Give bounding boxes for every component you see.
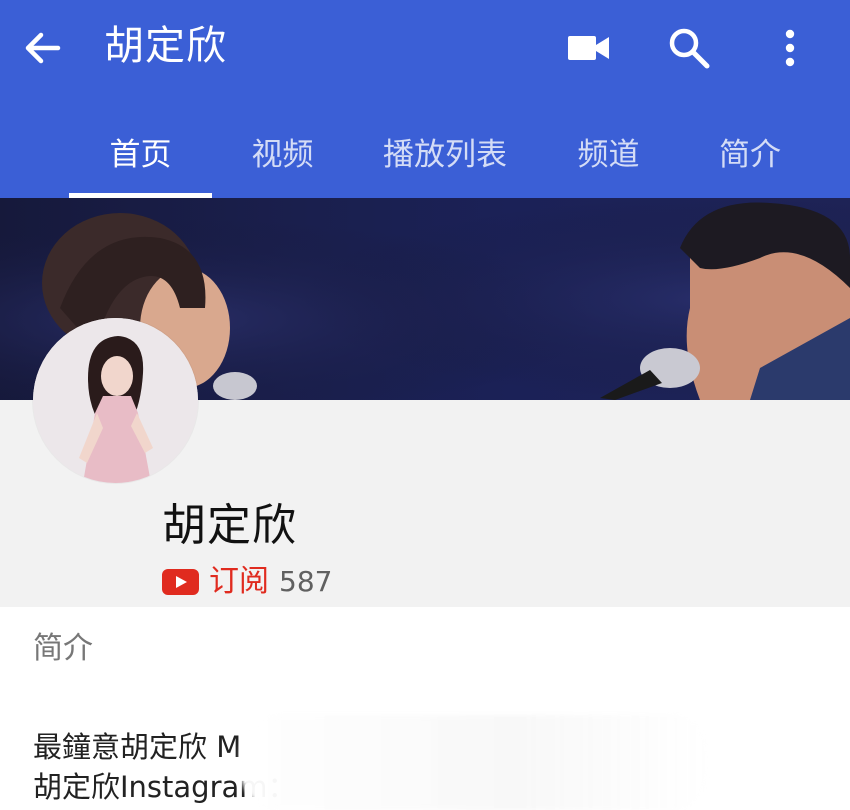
app-bar: 胡定欣 首页 视频 播放列表 频道 简介 <box>0 0 850 198</box>
subscribe-label: 订阅 <box>209 564 269 599</box>
channel-tabs: 首页 视频 播放列表 频道 简介 <box>0 104 850 198</box>
subscribe-row: 订阅 587 <box>162 562 332 602</box>
tab-channels[interactable]: 频道 <box>556 104 661 198</box>
video-camera-button[interactable] <box>563 22 615 74</box>
subscribe-button[interactable]: 订阅 <box>162 562 269 602</box>
search-button[interactable] <box>663 22 715 74</box>
more-vert-icon <box>785 29 795 67</box>
tab-playlists[interactable]: 播放列表 <box>365 104 525 198</box>
channel-avatar[interactable] <box>33 318 198 483</box>
channel-name: 胡定欣 <box>162 500 297 551</box>
redacted-overlay <box>240 715 710 810</box>
toolbar-title: 胡定欣 <box>104 23 227 69</box>
description-line: 最鐘意胡定欣 M <box>33 730 242 764</box>
avatar-portrait <box>33 318 198 483</box>
tab-home[interactable]: 首页 <box>69 104 212 198</box>
subscriber-count: 587 <box>279 565 333 598</box>
youtube-logo-icon <box>162 569 199 595</box>
about-title: 简介 <box>33 631 93 666</box>
tab-about[interactable]: 简介 <box>700 104 800 198</box>
back-button[interactable] <box>16 22 68 74</box>
arrow-back-icon <box>25 32 61 64</box>
video-camera-icon <box>568 36 609 60</box>
tab-videos[interactable]: 视频 <box>230 104 335 198</box>
more-options-button[interactable] <box>764 22 816 74</box>
toolbar: 胡定欣 <box>0 0 850 96</box>
search-icon <box>669 28 710 69</box>
